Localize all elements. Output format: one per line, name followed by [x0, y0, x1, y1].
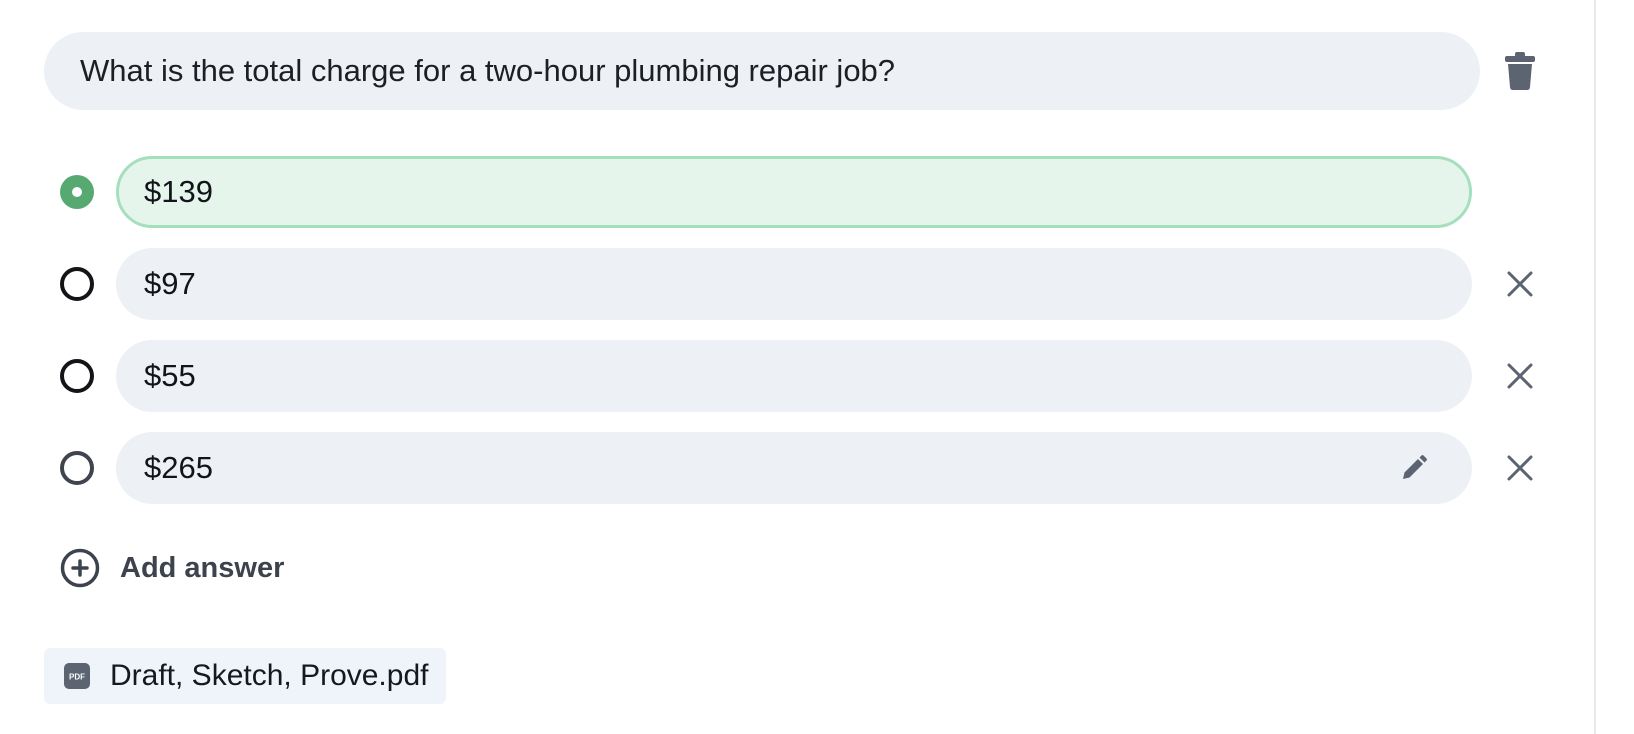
answer-input[interactable]: $97	[116, 248, 1472, 320]
panel-divider	[1594, 0, 1596, 734]
pdf-badge-text: PDF	[69, 673, 85, 682]
close-icon	[1507, 363, 1533, 389]
delete-question-button[interactable]	[1500, 50, 1540, 92]
trash-icon	[1505, 52, 1535, 90]
answer-option: $139	[0, 156, 1594, 228]
add-answer-label: Add answer	[120, 551, 285, 584]
answer-input[interactable]: $55	[116, 340, 1472, 412]
close-icon	[1507, 455, 1533, 481]
answer-radio[interactable]	[60, 267, 94, 301]
close-icon	[1507, 271, 1533, 297]
correct-answer-radio[interactable]	[60, 175, 94, 209]
answer-text: $265	[144, 450, 213, 485]
answer-option: $265	[0, 432, 1594, 504]
attachment-filename: Draft, Sketch, Prove.pdf	[110, 659, 429, 692]
add-answer-button[interactable]: Add answer	[60, 548, 284, 588]
remove-answer-button[interactable]	[1504, 268, 1536, 300]
remove-answer-button[interactable]	[1504, 360, 1536, 392]
pdf-icon: PDF	[64, 663, 90, 689]
answer-radio[interactable]	[60, 451, 94, 485]
answer-text: $97	[144, 266, 196, 301]
attachment-chip[interactable]: PDF Draft, Sketch, Prove.pdf	[44, 648, 447, 704]
question-field[interactable]: What is the total charge for a two-hour …	[44, 32, 1480, 110]
answer-text: $55	[144, 358, 196, 393]
pencil-icon[interactable]	[1400, 454, 1428, 482]
answer-input[interactable]: $139	[116, 156, 1472, 228]
answer-text: $139	[144, 174, 213, 209]
plus-circle-icon	[60, 548, 100, 588]
answer-input[interactable]: $265	[116, 432, 1472, 504]
remove-answer-button[interactable]	[1504, 452, 1536, 484]
answer-option: $55	[0, 340, 1594, 412]
answer-option: $97	[0, 248, 1594, 320]
question-text: What is the total charge for a two-hour …	[80, 53, 896, 88]
answer-radio[interactable]	[60, 359, 94, 393]
question-editor-panel: What is the total charge for a two-hour …	[0, 0, 1594, 734]
